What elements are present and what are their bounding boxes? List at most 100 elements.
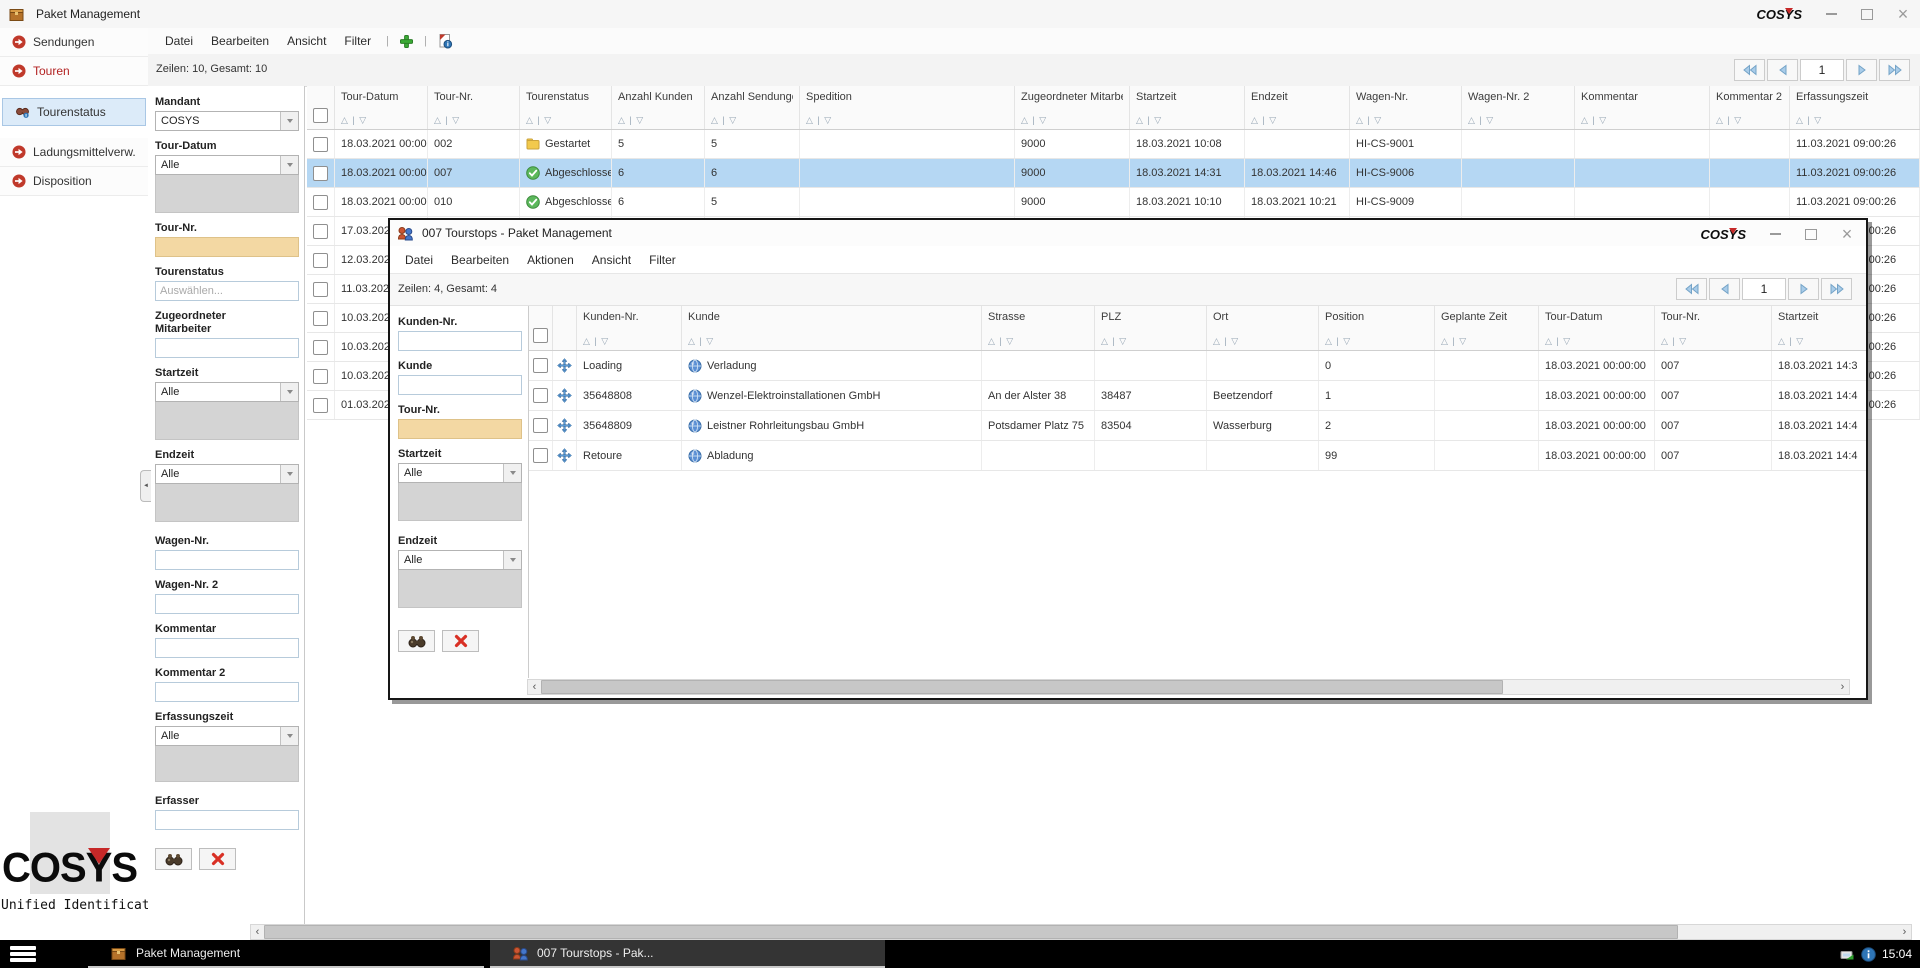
table-row[interactable]: 18.03.2021 00:00 007 Abgeschlossen 6 6 9… (307, 159, 1920, 188)
mandant-dropdown[interactable]: COSYS (155, 111, 299, 131)
row-checkbox[interactable] (313, 282, 328, 297)
col-header-kommentar[interactable]: Kommentar (1575, 86, 1710, 129)
move-drag-icon[interactable] (557, 448, 572, 463)
startzeit-dropdown[interactable]: Alle (398, 463, 522, 483)
col-header-wagen-nr[interactable]: Wagen-Nr. (1350, 86, 1462, 129)
panel-collapse-tab[interactable]: ◄ (140, 470, 151, 502)
last-page-button[interactable] (1821, 278, 1852, 300)
export-report-icon[interactable] (437, 33, 453, 49)
info-tray-icon[interactable] (1861, 947, 1876, 962)
col-header-kommentar-2[interactable]: Kommentar 2 (1710, 86, 1790, 129)
sort-icons[interactable] (1545, 336, 1648, 347)
col-header-kunde[interactable]: Kunde (682, 306, 982, 350)
dialog-menu-filter[interactable]: Filter (640, 253, 685, 267)
col-header-tourenstatus[interactable]: Tourenstatus (520, 86, 612, 129)
endzeit-dropdown[interactable]: Alle (155, 464, 299, 484)
sidebar-item-tourenstatus[interactable]: Tourenstatus (2, 98, 146, 126)
sort-icons[interactable] (1136, 115, 1238, 126)
minimize-button[interactable] (1820, 4, 1842, 24)
col-header-geplante-zeit[interactable]: Geplante Zeit (1435, 306, 1539, 350)
remote-device-icon[interactable] (1840, 948, 1855, 961)
col-header-anzahl-kunden[interactable]: Anzahl Kunden (612, 86, 705, 129)
dialog-menu-datei[interactable]: Datei (396, 253, 442, 267)
first-page-button[interactable] (1676, 278, 1707, 300)
search-button[interactable] (398, 630, 435, 652)
select-all-checkbox[interactable] (313, 108, 328, 123)
maximize-button[interactable] (1856, 4, 1878, 24)
dialog-close-button[interactable]: × (1836, 224, 1858, 244)
start-menu-button[interactable] (10, 946, 36, 962)
move-drag-icon[interactable] (557, 388, 572, 403)
tourstop-row[interactable]: 35648809 Leistner Rohrleitungsbau GmbH P… (529, 411, 1866, 441)
menu-bearbeiten[interactable]: Bearbeiten (202, 34, 278, 48)
prev-page-button[interactable] (1709, 278, 1740, 300)
last-page-button[interactable] (1879, 59, 1910, 81)
sort-icons[interactable] (1101, 336, 1200, 347)
sort-icons[interactable] (1441, 336, 1532, 347)
dialog-menu-bearbeiten[interactable]: Bearbeiten (442, 253, 518, 267)
col-header-startzeit[interactable]: Startzeit (1772, 306, 1859, 350)
col-header-anzahl-sendungen[interactable]: Anzahl Sendungen (705, 86, 800, 129)
scroll-left-icon[interactable]: ‹ (251, 925, 264, 939)
page-number-box[interactable]: 1 (1800, 59, 1844, 81)
col-header-tour-nr[interactable]: Tour-Nr. (428, 86, 520, 129)
scroll-right-icon[interactable]: › (1898, 925, 1911, 939)
dialog-titlebar[interactable]: 007 Tourstops - Paket Management COSYS × (390, 220, 1866, 246)
tour-nr-filter-input[interactable] (398, 419, 522, 439)
close-button[interactable]: × (1892, 4, 1914, 24)
sort-icons[interactable] (1796, 115, 1913, 126)
main-horizontal-scrollbar[interactable]: ‹ › (250, 924, 1912, 940)
row-checkbox[interactable] (313, 224, 328, 239)
col-header-wagen-nr-2[interactable]: Wagen-Nr. 2 (1462, 86, 1575, 129)
tourstop-row[interactable]: Retoure Abladung 99 18.03.2021 00:00:00 … (529, 441, 1866, 471)
taskbar-button-tourstops[interactable]: 007 Tourstops - Pak... (490, 940, 885, 968)
sort-icons[interactable] (1778, 336, 1853, 347)
tour-datum-dropdown[interactable]: Alle (155, 155, 299, 175)
row-checkbox[interactable] (533, 418, 548, 433)
sort-icons[interactable] (1021, 115, 1123, 126)
sort-icons[interactable] (583, 336, 675, 347)
sidebar-item-ladungsmittelverw[interactable]: Ladungsmittelverw. (0, 138, 148, 167)
clear-filter-button[interactable] (199, 848, 236, 870)
row-checkbox[interactable] (313, 311, 328, 326)
page-number-box[interactable]: 1 (1742, 278, 1786, 300)
dialog-maximize-button[interactable] (1800, 224, 1822, 244)
dialog-minimize-button[interactable] (1764, 224, 1786, 244)
sort-icons[interactable] (1468, 115, 1568, 126)
move-drag-icon[interactable] (557, 418, 572, 433)
row-checkbox[interactable] (313, 369, 328, 384)
kunden-nr-filter-input[interactable] (398, 331, 522, 351)
sort-icons[interactable] (688, 336, 975, 347)
sort-icons[interactable] (1325, 336, 1428, 347)
col-header-tour-datum[interactable]: Tour-Datum (335, 86, 428, 129)
clear-filter-button[interactable] (442, 630, 479, 652)
row-checkbox[interactable] (313, 195, 328, 210)
col-header-ort[interactable]: Ort (1207, 306, 1319, 350)
col-header-startzeit[interactable]: Startzeit (1130, 86, 1245, 129)
sort-icons[interactable] (526, 115, 605, 126)
erfasser-input[interactable] (155, 810, 299, 830)
sort-icons[interactable] (341, 115, 421, 126)
col-header-erfassungszeit[interactable]: Erfassungszeit (1790, 86, 1920, 129)
col-header-endzeit[interactable]: Endzeit (1245, 86, 1350, 129)
erfassungszeit-dropdown[interactable]: Alle (155, 726, 299, 746)
dialog-menu-ansicht[interactable]: Ansicht (583, 253, 640, 267)
row-checkbox[interactable] (313, 398, 328, 413)
move-drag-icon[interactable] (557, 358, 572, 373)
sort-icons[interactable] (1716, 115, 1783, 126)
row-checkbox[interactable] (313, 340, 328, 355)
col-header-tour-datum[interactable]: Tour-Datum (1539, 306, 1655, 350)
dialog-horizontal-scrollbar[interactable]: ‹ › (527, 679, 1850, 695)
endzeit-dropdown[interactable]: Alle (398, 550, 522, 570)
prev-page-button[interactable] (1767, 59, 1798, 81)
zugeordneter-mitarbeiter-input[interactable] (155, 338, 299, 358)
menu-filter[interactable]: Filter (335, 34, 380, 48)
sort-icons[interactable] (711, 115, 793, 126)
taskbar-button-paket-management[interactable]: Paket Management (88, 940, 484, 968)
sort-icons[interactable] (434, 115, 513, 126)
dialog-menu-aktionen[interactable]: Aktionen (518, 253, 583, 267)
row-checkbox[interactable] (313, 166, 328, 181)
tourstop-row[interactable]: Loading Verladung 0 18.03.2021 00:00:00 … (529, 351, 1866, 381)
wagen-nr-2-input[interactable] (155, 594, 299, 614)
sidebar-item-touren[interactable]: Touren (0, 57, 148, 86)
